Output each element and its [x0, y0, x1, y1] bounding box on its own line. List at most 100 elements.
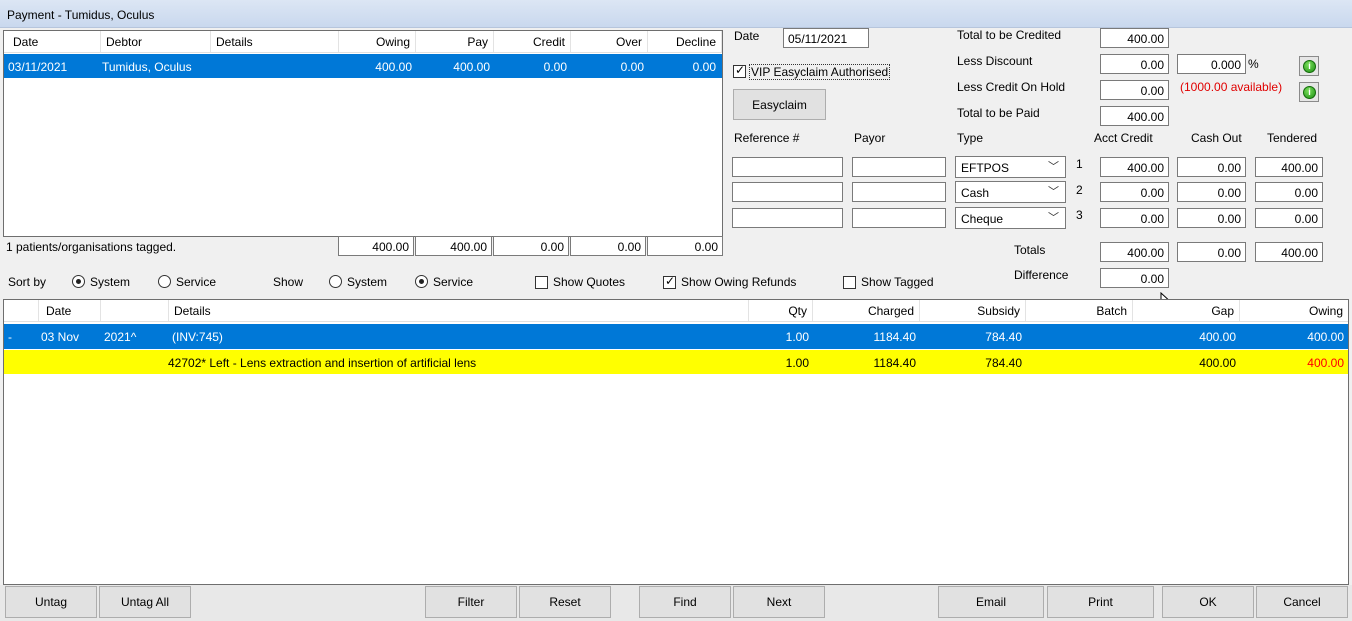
vip-easyclaim-label[interactable]: VIP Easyclaim Authorised	[749, 64, 891, 80]
less-discount-field[interactable]: 0.00	[1100, 54, 1169, 74]
col-details[interactable]: Details	[211, 31, 339, 52]
reset-button[interactable]: Reset	[519, 586, 611, 618]
cell-subsidy: 784.40	[985, 330, 1022, 344]
reference-field-3[interactable]	[732, 208, 843, 228]
cash-out-field-3[interactable]: 0.00	[1177, 208, 1246, 228]
sort-service-radio[interactable]	[158, 275, 171, 288]
show-system-radio[interactable]	[329, 275, 342, 288]
date-field[interactable]: 05/11/2021	[783, 28, 869, 48]
show-service-radio[interactable]	[415, 275, 428, 288]
type-select-2[interactable]: Cash ﹀	[955, 181, 1066, 203]
reference-field-2[interactable]	[732, 182, 843, 202]
col-date[interactable]: Date	[8, 31, 101, 52]
type-select-value: Cheque	[961, 212, 1004, 226]
col-details[interactable]: Details	[169, 300, 749, 321]
total-over: 0.00	[570, 236, 646, 256]
totals-cash-out: 0.00	[1177, 242, 1246, 262]
col-gap[interactable]: Gap	[1133, 300, 1240, 321]
invoice-group-row[interactable]: - 03 Nov 2021^ (INV:745) 1.00 1184.40 78…	[4, 324, 1348, 349]
tendered-field-2[interactable]: 0.00	[1255, 182, 1323, 202]
cancel-button[interactable]: Cancel	[1256, 586, 1348, 618]
col-date[interactable]: Date	[39, 300, 101, 321]
cash-out-header: Cash Out	[1191, 131, 1242, 145]
debtor-grid-header: Date Debtor Details Owing Pay Credit Ove…	[4, 31, 722, 53]
show-service-label[interactable]: Service	[433, 275, 473, 289]
acct-credit-field-1[interactable]: 400.00	[1100, 157, 1169, 177]
sort-service-label[interactable]: Service	[176, 275, 216, 289]
reference-field-1[interactable]	[732, 157, 843, 177]
discount-info-icon[interactable]: i	[1299, 56, 1319, 76]
total-decline: 0.00	[647, 236, 723, 256]
totals-tendered: 400.00	[1255, 242, 1323, 262]
show-owing-refunds-checkbox[interactable]: ✓	[663, 274, 676, 289]
sort-system-label[interactable]: System	[90, 275, 130, 289]
credit-info-icon[interactable]: i	[1299, 82, 1319, 102]
col-subsidy[interactable]: Subsidy	[920, 300, 1026, 321]
show-tagged-label[interactable]: Show Tagged	[861, 275, 934, 289]
untag-all-button[interactable]: Untag All	[99, 586, 191, 618]
cell-owing: 400.00	[375, 60, 412, 74]
filter-button[interactable]: Filter	[425, 586, 517, 618]
title-bar: Payment - Tumidus, Oculus	[0, 0, 1352, 28]
debtor-grid[interactable]: Date Debtor Details Owing Pay Credit Ove…	[3, 30, 723, 237]
easyclaim-button[interactable]: Easyclaim	[733, 89, 826, 120]
cell-qty: 1.00	[785, 356, 809, 370]
cell-details: (INV:745)	[172, 330, 223, 344]
type-select-1[interactable]: EFTPOS ﹀	[955, 156, 1066, 178]
vip-easyclaim-checkbox[interactable]: ✓	[733, 63, 746, 78]
show-label: Show	[273, 275, 304, 289]
type-header: Type	[957, 131, 984, 145]
totals-acct-credit: 400.00	[1100, 242, 1169, 262]
col-pay[interactable]: Pay	[416, 31, 494, 52]
cash-out-field-2[interactable]: 0.00	[1177, 182, 1246, 202]
cell-batch	[1026, 350, 1133, 374]
cash-out-field-1[interactable]: 0.00	[1177, 157, 1246, 177]
show-quotes-label[interactable]: Show Quotes	[553, 275, 625, 289]
chevron-down-icon: ﹀	[1048, 186, 1059, 198]
sort-system-radio[interactable]	[72, 275, 85, 288]
col-qty[interactable]: Qty	[749, 300, 813, 321]
cell-owing: 400.00	[1307, 356, 1344, 370]
print-button[interactable]: Print	[1047, 586, 1154, 618]
payor-field-3[interactable]	[852, 208, 946, 228]
invoice-grid-header: Date Details Qty Charged Subsidy Batch G…	[4, 300, 1348, 322]
acct-credit-field-3[interactable]: 0.00	[1100, 208, 1169, 228]
discount-percent-field[interactable]: 0.000	[1177, 54, 1246, 74]
show-system-label[interactable]: System	[347, 275, 387, 289]
col-debtor[interactable]: Debtor	[101, 31, 211, 52]
difference-label: Difference	[1014, 268, 1069, 282]
email-button[interactable]: Email	[938, 586, 1044, 618]
cell-over: 0.00	[620, 60, 644, 74]
invoice-grid[interactable]: Date Details Qty Charged Subsidy Batch G…	[3, 299, 1349, 585]
less-credit-hold-field[interactable]: 0.00	[1100, 80, 1169, 100]
next-button[interactable]: Next	[733, 586, 825, 618]
table-row[interactable]: 03/11/2021 Tumidus, Oculus 400.00 400.00…	[4, 54, 722, 78]
cell-year: 2021^	[104, 330, 137, 344]
col-owing[interactable]: Owing	[339, 31, 416, 52]
col-over[interactable]: Over	[571, 31, 648, 52]
tendered-field-3[interactable]: 0.00	[1255, 208, 1323, 228]
tendered-field-1[interactable]: 400.00	[1255, 157, 1323, 177]
type-select-3[interactable]: Cheque ﹀	[955, 207, 1066, 229]
acct-credit-field-2[interactable]: 0.00	[1100, 182, 1169, 202]
col-batch[interactable]: Batch	[1026, 300, 1133, 321]
col-decline[interactable]: Decline	[648, 31, 722, 52]
col-year	[101, 300, 169, 321]
credit-available-text: (1000.00 available)	[1180, 80, 1283, 94]
total-paid-label: Total to be Paid	[957, 106, 1040, 120]
cell-date: 03/11/2021	[8, 60, 68, 74]
invoice-item-row[interactable]: 42702* Left - Lens extraction and insert…	[4, 350, 1348, 374]
payor-field-2[interactable]	[852, 182, 946, 202]
show-owing-refunds-label[interactable]: Show Owing Refunds	[681, 275, 796, 289]
show-tagged-checkbox[interactable]	[843, 276, 856, 289]
payor-field-1[interactable]	[852, 157, 946, 177]
col-credit[interactable]: Credit	[494, 31, 571, 52]
col-owing[interactable]: Owing	[1240, 300, 1348, 321]
show-quotes-checkbox[interactable]	[535, 276, 548, 289]
find-button[interactable]: Find	[639, 586, 731, 618]
chevron-down-icon: ﹀	[1048, 212, 1059, 224]
col-charged[interactable]: Charged	[813, 300, 920, 321]
cell-decline: 0.00	[692, 60, 716, 74]
ok-button[interactable]: OK	[1162, 586, 1254, 618]
untag-button[interactable]: Untag	[5, 586, 97, 618]
